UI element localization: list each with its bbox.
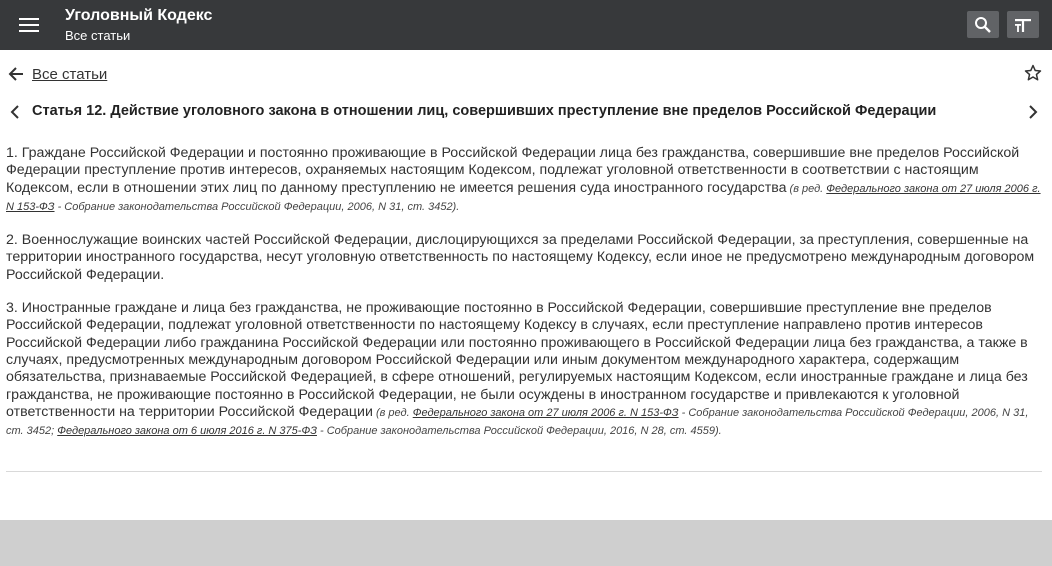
article-body: 1. Граждане Российской Федерации и посто… [6,145,1044,456]
chevron-right-icon[interactable] [1028,105,1038,119]
note-suffix: - Собрание законодательства Российской Ф… [54,200,460,213]
app-bar: Уголовный Кодекс Все статьи [0,0,1052,50]
paragraph-3: 3. Иностранные граждане и лица без гражд… [6,300,1044,440]
article-content: Все статьи Статья 12. Действие уголовног… [0,50,1052,520]
divider [6,471,1042,472]
search-icon [975,17,991,33]
arrow-back-icon [8,67,23,81]
font-size-button[interactable] [1007,11,1039,38]
paragraph-3-text: 3. Иностранные граждане и лица без гражд… [6,300,1028,420]
app-subtitle: Все статьи [65,28,131,43]
font-size-icon [1015,19,1031,32]
law-link[interactable]: Федерального закона от 27 июля 2006 г. N… [413,407,679,419]
paragraph-1: 1. Граждане Российской Федерации и посто… [6,145,1044,216]
note-suffix: - Собрание законодательства Российской Ф… [316,425,722,438]
article-title: Статья 12. Действие уголовного закона в … [32,103,937,119]
app-title: Уголовный Кодекс [65,7,213,24]
back-label: Все статьи [32,65,108,83]
paragraph-2-text: 2. Военнослужащие воинских частей Россий… [6,232,1035,283]
paragraph-2: 2. Военнослужащие воинских частей Россий… [6,232,1044,284]
search-button[interactable] [967,11,999,38]
note-prefix: (в ред. [786,182,827,195]
chevron-left-icon[interactable] [10,105,20,119]
star-icon[interactable] [1024,64,1042,82]
menu-icon[interactable] [18,14,40,36]
law-link[interactable]: Федерального закона от 6 июля 2016 г. N … [57,425,317,437]
back-link[interactable]: Все статьи [8,64,107,84]
note-prefix: (в ред. [372,406,413,419]
